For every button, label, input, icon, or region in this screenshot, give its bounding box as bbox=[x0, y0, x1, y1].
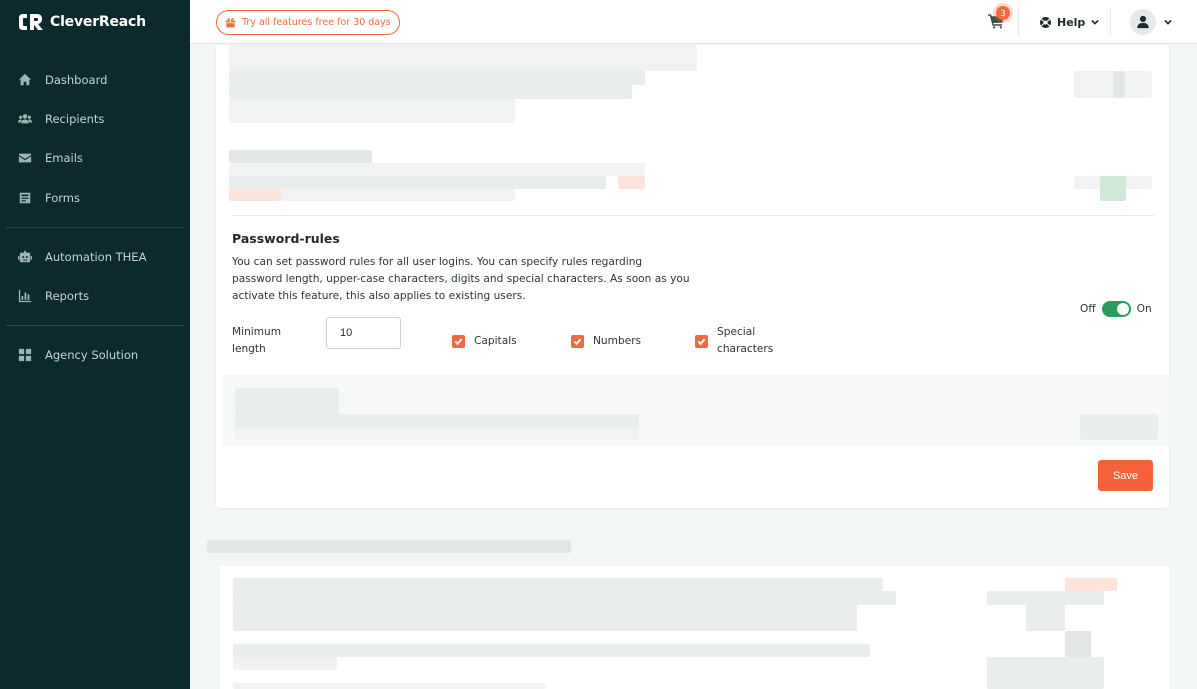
redacted-content bbox=[618, 176, 645, 189]
checkbox-checked[interactable] bbox=[695, 335, 708, 348]
trial-button[interactable]: Try all features free for 30 days bbox=[216, 10, 400, 35]
redacted-content bbox=[229, 176, 606, 189]
redacted-content bbox=[235, 414, 639, 427]
password-rules-toggle-group: Off On bbox=[1080, 301, 1152, 317]
numbers-label: Numbers bbox=[593, 335, 642, 347]
user-icon bbox=[1137, 15, 1149, 29]
redacted-content bbox=[1065, 631, 1091, 657]
capitals-checkbox[interactable]: Capitals bbox=[452, 333, 517, 350]
redacted-content bbox=[229, 85, 632, 99]
topbar-divider bbox=[1018, 8, 1019, 36]
minimum-length-label: Minimum length bbox=[232, 326, 282, 355]
sidebar-item-dashboard[interactable]: Dashboard bbox=[0, 67, 190, 93]
password-rules-description: You can set password rules for all user … bbox=[232, 256, 690, 302]
home-icon bbox=[18, 73, 32, 87]
sidebar-item-label: Dashboard bbox=[45, 73, 108, 87]
topbar-divider bbox=[1110, 8, 1111, 36]
redacted-content bbox=[233, 644, 870, 657]
envelope-icon bbox=[18, 151, 32, 165]
cart-count-badge: 3 bbox=[996, 6, 1010, 20]
redacted-content bbox=[233, 591, 896, 605]
lifebuoy-icon bbox=[1040, 16, 1051, 28]
gift-icon bbox=[225, 18, 236, 28]
numbers-checkbox[interactable]: Numbers bbox=[571, 333, 641, 350]
redacted-content bbox=[233, 683, 545, 689]
sidebar-item-forms[interactable]: Forms bbox=[0, 185, 190, 211]
redacted-content bbox=[235, 427, 639, 440]
sidebar-item-reports[interactable]: Reports bbox=[0, 283, 190, 309]
user-menu[interactable] bbox=[1130, 8, 1172, 36]
form-icon bbox=[18, 191, 32, 205]
sidebar-item-emails[interactable]: Emails bbox=[0, 145, 190, 171]
redacted-content bbox=[281, 189, 515, 201]
sidebar-divider bbox=[6, 227, 184, 228]
redacted-content bbox=[233, 578, 883, 591]
sidebar-item-automation-thea[interactable]: Automation THEA bbox=[0, 244, 190, 270]
sidebar-item-label: Forms bbox=[45, 191, 80, 205]
check-icon bbox=[573, 338, 582, 346]
redacted-content bbox=[1080, 414, 1158, 440]
check-icon bbox=[454, 338, 463, 346]
redacted-content bbox=[1100, 176, 1126, 201]
redacted-content bbox=[1113, 71, 1125, 98]
redacted-content bbox=[235, 388, 339, 414]
sidebar-item-label: Automation THEA bbox=[45, 250, 147, 264]
redacted-content bbox=[229, 189, 281, 201]
sidebar: CleverReach Dashboard Recipients Emails … bbox=[0, 0, 190, 689]
minimum-length-input[interactable] bbox=[326, 317, 401, 349]
redacted-content bbox=[229, 45, 697, 71]
redacted-content bbox=[1065, 578, 1117, 591]
redacted-content bbox=[987, 657, 1104, 689]
redacted-content bbox=[229, 163, 645, 176]
trial-label: Try all features free for 30 days bbox=[242, 17, 391, 28]
save-button[interactable]: Save bbox=[1098, 460, 1153, 491]
redacted-content bbox=[233, 657, 337, 670]
section-divider bbox=[232, 215, 1154, 216]
topbar: Try all features free for 30 days 3 Help bbox=[190, 0, 1197, 44]
password-rules-title: Password-rules bbox=[232, 231, 340, 246]
help-menu[interactable]: Help bbox=[1040, 12, 1100, 32]
check-icon bbox=[697, 338, 706, 346]
toggle-knob bbox=[1116, 303, 1129, 315]
redacted-content bbox=[1026, 605, 1065, 631]
sidebar-divider bbox=[6, 325, 184, 326]
brand-name: CleverReach bbox=[50, 14, 146, 30]
chart-icon bbox=[18, 289, 32, 303]
redacted-content bbox=[207, 540, 571, 553]
sidebar-item-label: Reports bbox=[45, 289, 90, 303]
redacted-content bbox=[229, 99, 515, 123]
checkbox-checked[interactable] bbox=[571, 335, 584, 348]
sidebar-item-recipients[interactable]: Recipients bbox=[0, 106, 190, 132]
sidebar-item-label: Recipients bbox=[45, 112, 105, 126]
brand-logo[interactable]: CleverReach bbox=[18, 11, 146, 33]
toggle-off-label: Off bbox=[1080, 303, 1096, 315]
cart-button[interactable]: 3 bbox=[988, 6, 1010, 32]
special-characters-label: Special characters bbox=[717, 326, 774, 355]
redacted-content bbox=[229, 71, 645, 85]
redacted-content bbox=[229, 150, 372, 163]
redacted-content bbox=[233, 605, 857, 631]
cleverreach-logo-icon bbox=[19, 14, 43, 30]
users-icon bbox=[18, 112, 32, 126]
help-label: Help bbox=[1057, 15, 1086, 29]
redacted-content bbox=[987, 591, 1104, 605]
sidebar-item-label: Emails bbox=[45, 151, 83, 165]
sidebar-item-label: Agency Solution bbox=[45, 348, 139, 362]
password-rules-toggle[interactable] bbox=[1101, 301, 1131, 317]
toggle-on-label: On bbox=[1136, 303, 1152, 315]
checkbox-checked[interactable] bbox=[452, 335, 465, 348]
chevron-down-icon bbox=[1091, 19, 1100, 25]
avatar bbox=[1130, 9, 1156, 35]
capitals-label: Capitals bbox=[474, 335, 517, 347]
grid-icon bbox=[18, 348, 32, 362]
special-characters-checkbox[interactable]: Special characters bbox=[695, 324, 790, 358]
chevron-down-icon bbox=[1164, 19, 1172, 25]
robot-icon bbox=[18, 250, 32, 264]
sidebar-item-agency-solution[interactable]: Agency Solution bbox=[0, 342, 190, 368]
